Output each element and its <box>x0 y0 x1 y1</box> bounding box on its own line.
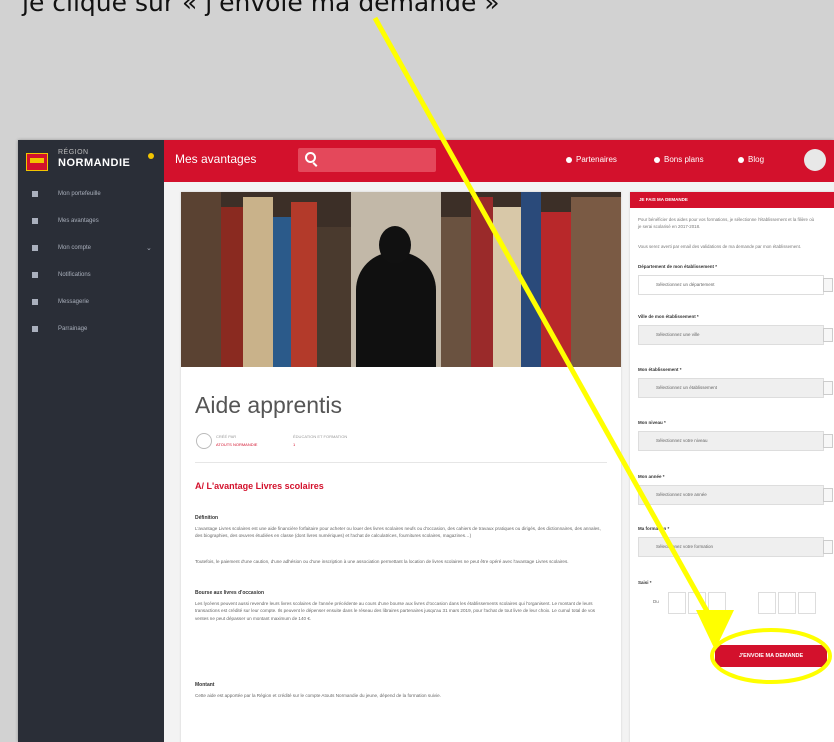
annotation-highlight-circle <box>710 628 832 684</box>
annotation-overlay <box>372 16 832 684</box>
annotation-arrow-head <box>696 610 734 650</box>
annotation-arrow-line <box>372 16 715 622</box>
